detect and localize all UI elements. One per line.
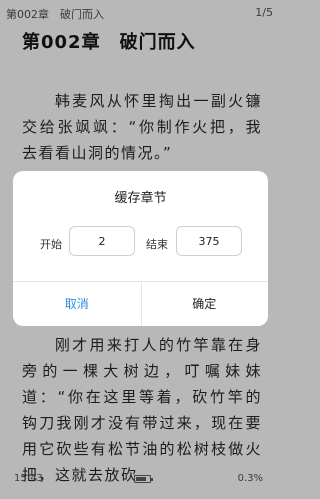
- text-paragraph: 刚才用来打人的竹竿靠在身旁的一棵大树边，叮嘱妹妹道：“你在这里等着，砍竹竿的钩刀…: [22, 332, 262, 488]
- header-chapter-name: 第002章 破门而入: [6, 8, 104, 21]
- text-paragraph: 韩麦风从怀里掏出一副火镰交给张飒飒：“你制作火把，我去看看山洞的情况。”: [22, 88, 262, 166]
- cancel-button[interactable]: 取消: [13, 282, 141, 326]
- dialog-actions: 取消 确定: [13, 281, 268, 326]
- start-label: 开始: [40, 238, 62, 251]
- page-counter: 1/5: [255, 6, 273, 19]
- paragraph-text: 韩麦风从怀里掏出一副火镰交给张飒飒：“你制作火把，我去看看山洞的情况。”: [22, 92, 262, 162]
- start-chapter-input[interactable]: [69, 226, 135, 256]
- battery-level: [136, 477, 146, 481]
- end-label: 结束: [146, 238, 168, 251]
- paragraph-text: 刚才用来打人的竹竿靠在身旁的一棵大树边，叮嘱妹妹道：“你在这里等着，砍竹竿的钩刀…: [22, 336, 262, 484]
- confirm-button[interactable]: 确定: [141, 282, 269, 326]
- reader-footer: 15:43 0.3%: [14, 473, 263, 489]
- reader-header: 第002章 破门而入 1/5: [6, 6, 273, 24]
- chapter-title: 第002章 破门而入: [22, 32, 196, 53]
- reading-progress: 0.3%: [237, 473, 263, 484]
- reader-page[interactable]: 第002章 破门而入 1/5 第002章 破门而入 韩麦风从怀里掏出一副火镰交给…: [0, 0, 281, 499]
- dialog-title: 缓存章节: [114, 191, 167, 206]
- battery-icon: [134, 475, 153, 483]
- clock-time: 15:43: [14, 473, 43, 484]
- end-chapter-input[interactable]: [176, 226, 242, 256]
- cache-chapters-dialog: 缓存章节 开始 结束 取消 确定: [13, 171, 268, 326]
